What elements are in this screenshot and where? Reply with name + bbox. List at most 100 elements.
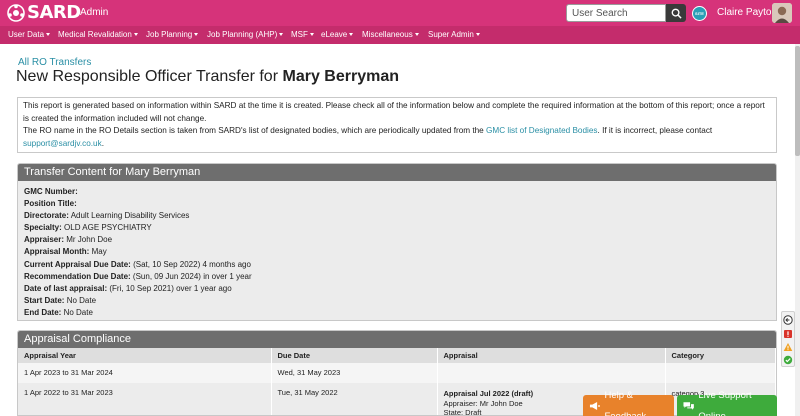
appraisal-appraiser: Appraiser: Mr John Doe [443, 398, 523, 408]
cell-appraisal-year: 1 Apr 2022 to 31 Mar 2023 [18, 383, 272, 415]
transfer-content-panel: Transfer Content for Mary Berryman GMC N… [17, 163, 777, 321]
detail-appraiser: Appraiser: Mr John Doe [24, 234, 770, 246]
detail-label: Directorate: [24, 211, 69, 221]
success-icon[interactable] [783, 355, 793, 365]
page-title: New Responsible Officer Transfer for Mar… [16, 68, 399, 86]
caret-down-icon [475, 33, 480, 36]
nav-job-planning[interactable]: Job Planning [146, 26, 199, 44]
detail-label: End Date: [24, 307, 62, 317]
cell-due-date: Tue, 31 May 2022 [271, 383, 438, 415]
nav-msf[interactable]: MSF [291, 26, 314, 44]
gmc-designated-bodies-link[interactable]: GMC list of Designated Bodies [486, 126, 598, 135]
appraisal-compliance-title: Appraisal Compliance [18, 331, 776, 348]
top-bar: SARD Admin SITE Claire Payton [0, 0, 800, 26]
search-button[interactable] [666, 4, 686, 22]
user-name[interactable]: Claire Payton [717, 7, 777, 18]
nav-super-admin[interactable]: Super Admin [428, 26, 480, 44]
detail-value: (Sat, 10 Sep 2022) 4 months ago [133, 259, 251, 269]
caret-down-icon [133, 33, 138, 36]
notice-text-1: This report is generated based on inform… [23, 101, 765, 123]
detail-directorate: Directorate: Adult Learning Disability S… [24, 210, 770, 222]
table-header-row: Appraisal Year Due Date Appraisal Catego… [18, 348, 776, 363]
col-appraisal-year[interactable]: Appraisal Year [18, 348, 272, 363]
nav-label: Super Admin [428, 30, 474, 39]
cell-due-date: Wed, 31 May 2023 [271, 363, 438, 383]
sard-logo[interactable]: SARD [6, 3, 81, 23]
main-nav: User Data Medical Revalidation Job Plann… [0, 26, 800, 44]
page-title-prefix: New Responsible Officer Transfer for [16, 68, 283, 85]
info-notice: This report is generated based on inform… [17, 97, 777, 153]
user-avatar-icon [772, 3, 792, 23]
notice-text-2: The RO name in the RO Details section is… [23, 125, 771, 150]
side-tools [781, 311, 795, 367]
detail-label: Date of last appraisal: [24, 283, 108, 293]
nav-eleave[interactable]: eLeave [321, 26, 354, 44]
nav-label: MSF [291, 30, 308, 39]
detail-label: Appraisal Month: [24, 247, 90, 257]
live-support-label: Live Support Online [698, 389, 752, 416]
detail-value: (Sun, 09 Jun 2024) in over 1 year [132, 271, 252, 281]
detail-value: OLD AGE PSYCHIATRY [64, 223, 152, 233]
nav-label: eLeave [321, 30, 348, 39]
detail-value: May [91, 247, 107, 257]
warning-icon[interactable] [783, 342, 793, 352]
detail-label: Start Date: [24, 295, 65, 305]
notice-text: . If it is incorrect, please contact [597, 126, 713, 136]
circle-arrow-left-icon[interactable] [783, 315, 793, 325]
search-icon [671, 8, 682, 19]
avatar[interactable] [772, 3, 792, 23]
detail-value: (Fri, 10 Sep 2021) over 1 year ago [109, 283, 232, 293]
live-support-button[interactable]: Live Support Online [677, 390, 777, 416]
nav-label: Medical Revalidation [58, 30, 132, 39]
col-appraisal[interactable]: Appraisal [437, 348, 666, 363]
detail-gmc-number: GMC Number: [24, 186, 770, 198]
notice-text: . [101, 138, 104, 148]
admin-label: Admin [80, 7, 109, 18]
transfer-content-title: Transfer Content for Mary Berryman [18, 164, 776, 181]
help-feedback-label: Help & Feedback [604, 389, 647, 416]
user-search-input[interactable] [566, 4, 666, 22]
site-badge[interactable]: SITE [692, 6, 707, 21]
nav-label: User Data [8, 30, 45, 39]
caret-down-icon [309, 33, 314, 36]
caret-down-icon [414, 33, 419, 36]
detail-label: GMC Number: [24, 187, 78, 196]
nav-user-data[interactable]: User Data [8, 26, 51, 44]
nav-label: Job Planning [146, 30, 193, 39]
cell-category [665, 363, 776, 383]
scrollbar-thumb[interactable] [795, 46, 800, 156]
appraisal-title-link[interactable]: Appraisal Jul 2022 (draft) [444, 389, 534, 398]
col-category[interactable]: Category [665, 348, 776, 363]
nav-medical-revalidation[interactable]: Medical Revalidation [58, 26, 138, 44]
cell-appraisal [437, 363, 666, 383]
error-icon[interactable] [783, 329, 793, 339]
detail-last-appraisal: Date of last appraisal: (Fri, 10 Sep 202… [24, 283, 770, 295]
nav-label: Job Planning (AHP) [207, 30, 278, 39]
detail-label: Current Appraisal Due Date: [24, 259, 131, 269]
detail-value: Adult Learning Disability Services [70, 211, 190, 221]
detail-specialty: Specialty: OLD AGE PSYCHIATRY [24, 222, 770, 234]
nav-job-planning-ahp[interactable]: Job Planning (AHP) [207, 26, 284, 44]
cell-appraisal-year: 1 Apr 2023 to 31 Mar 2024 [18, 363, 272, 383]
help-feedback-button[interactable]: Help & Feedback [583, 390, 674, 416]
breadcrumb-all-ro-transfers[interactable]: All RO Transfers [18, 57, 91, 68]
notice-text: The RO name in the RO Details section is… [23, 126, 487, 136]
nav-label: Miscellaneous [362, 30, 413, 39]
detail-appraisal-month: Appraisal Month: May [24, 246, 770, 258]
appraisal-state: State: Draft [443, 408, 482, 416]
detail-label: Position Title: [24, 199, 77, 209]
megaphone-icon [589, 401, 600, 410]
table-row: 1 Apr 2023 to 31 Mar 2024 Wed, 31 May 20… [18, 363, 776, 383]
detail-position-title: Position Title: [24, 198, 770, 210]
detail-label: Specialty: [24, 223, 62, 233]
detail-label: Recommendation Due Date: [24, 271, 131, 281]
caret-down-icon [194, 33, 199, 36]
col-due-date[interactable]: Due Date [271, 348, 438, 363]
caret-down-icon [349, 33, 354, 36]
page-title-name: Mary Berryman [282, 68, 399, 85]
logo-text: SARD [27, 2, 81, 23]
nav-miscellaneous[interactable]: Miscellaneous [362, 26, 419, 44]
detail-label: Appraiser: [24, 235, 65, 245]
support-email-link[interactable]: support@sardjv.co.uk [23, 139, 102, 148]
detail-recommendation-due: Recommendation Due Date: (Sun, 09 Jun 20… [24, 271, 770, 283]
